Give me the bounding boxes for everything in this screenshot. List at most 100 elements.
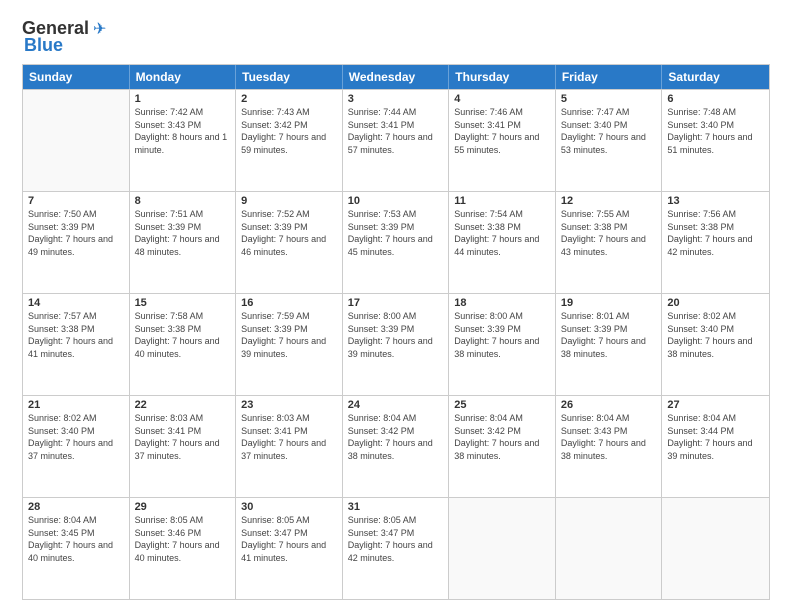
day-number: 27 xyxy=(667,399,764,411)
day-number: 9 xyxy=(241,195,337,207)
day-info: Sunrise: 7:52 AMSunset: 3:39 PMDaylight:… xyxy=(241,208,337,258)
calendar-header: SundayMondayTuesdayWednesdayThursdayFrid… xyxy=(23,65,769,89)
day-number: 8 xyxy=(135,195,231,207)
calendar-cell: 30Sunrise: 8:05 AMSunset: 3:47 PMDayligh… xyxy=(236,498,343,599)
day-number: 26 xyxy=(561,399,657,411)
calendar-cell: 3Sunrise: 7:44 AMSunset: 3:41 PMDaylight… xyxy=(343,90,450,191)
calendar-cell: 17Sunrise: 8:00 AMSunset: 3:39 PMDayligh… xyxy=(343,294,450,395)
calendar-cell: 2Sunrise: 7:43 AMSunset: 3:42 PMDaylight… xyxy=(236,90,343,191)
weekday-header: Monday xyxy=(130,65,237,89)
calendar-cell: 16Sunrise: 7:59 AMSunset: 3:39 PMDayligh… xyxy=(236,294,343,395)
weekday-header: Sunday xyxy=(23,65,130,89)
calendar-cell: 18Sunrise: 8:00 AMSunset: 3:39 PMDayligh… xyxy=(449,294,556,395)
calendar-cell: 26Sunrise: 8:04 AMSunset: 3:43 PMDayligh… xyxy=(556,396,663,497)
calendar-row: 7Sunrise: 7:50 AMSunset: 3:39 PMDaylight… xyxy=(23,191,769,293)
calendar-cell: 14Sunrise: 7:57 AMSunset: 3:38 PMDayligh… xyxy=(23,294,130,395)
day-number: 13 xyxy=(667,195,764,207)
calendar-cell: 27Sunrise: 8:04 AMSunset: 3:44 PMDayligh… xyxy=(662,396,769,497)
calendar-row: 21Sunrise: 8:02 AMSunset: 3:40 PMDayligh… xyxy=(23,395,769,497)
day-number: 20 xyxy=(667,297,764,309)
weekday-header: Thursday xyxy=(449,65,556,89)
calendar-cell: 11Sunrise: 7:54 AMSunset: 3:38 PMDayligh… xyxy=(449,192,556,293)
calendar-row: 14Sunrise: 7:57 AMSunset: 3:38 PMDayligh… xyxy=(23,293,769,395)
day-info: Sunrise: 7:43 AMSunset: 3:42 PMDaylight:… xyxy=(241,106,337,156)
calendar-cell: 23Sunrise: 8:03 AMSunset: 3:41 PMDayligh… xyxy=(236,396,343,497)
day-info: Sunrise: 8:00 AMSunset: 3:39 PMDaylight:… xyxy=(348,310,444,360)
day-info: Sunrise: 8:05 AMSunset: 3:47 PMDaylight:… xyxy=(348,514,444,564)
day-info: Sunrise: 7:57 AMSunset: 3:38 PMDaylight:… xyxy=(28,310,124,360)
day-number: 18 xyxy=(454,297,550,309)
day-number: 30 xyxy=(241,501,337,513)
calendar-cell: 6Sunrise: 7:48 AMSunset: 3:40 PMDaylight… xyxy=(662,90,769,191)
day-info: Sunrise: 8:03 AMSunset: 3:41 PMDaylight:… xyxy=(135,412,231,462)
day-info: Sunrise: 8:00 AMSunset: 3:39 PMDaylight:… xyxy=(454,310,550,360)
calendar-cell: 5Sunrise: 7:47 AMSunset: 3:40 PMDaylight… xyxy=(556,90,663,191)
calendar-cell: 4Sunrise: 7:46 AMSunset: 3:41 PMDaylight… xyxy=(449,90,556,191)
day-info: Sunrise: 7:51 AMSunset: 3:39 PMDaylight:… xyxy=(135,208,231,258)
calendar-row: 28Sunrise: 8:04 AMSunset: 3:45 PMDayligh… xyxy=(23,497,769,599)
calendar-cell: 7Sunrise: 7:50 AMSunset: 3:39 PMDaylight… xyxy=(23,192,130,293)
day-info: Sunrise: 8:02 AMSunset: 3:40 PMDaylight:… xyxy=(667,310,764,360)
day-info: Sunrise: 7:46 AMSunset: 3:41 PMDaylight:… xyxy=(454,106,550,156)
day-info: Sunrise: 8:03 AMSunset: 3:41 PMDaylight:… xyxy=(241,412,337,462)
day-number: 25 xyxy=(454,399,550,411)
page: General ✈ Blue SundayMondayTuesdayWednes… xyxy=(0,0,792,612)
day-info: Sunrise: 8:04 AMSunset: 3:44 PMDaylight:… xyxy=(667,412,764,462)
calendar-cell xyxy=(556,498,663,599)
calendar-cell xyxy=(23,90,130,191)
calendar-cell: 31Sunrise: 8:05 AMSunset: 3:47 PMDayligh… xyxy=(343,498,450,599)
day-number: 6 xyxy=(667,93,764,105)
logo: General ✈ Blue xyxy=(22,18,106,56)
day-number: 14 xyxy=(28,297,124,309)
calendar-cell: 20Sunrise: 8:02 AMSunset: 3:40 PMDayligh… xyxy=(662,294,769,395)
day-number: 22 xyxy=(135,399,231,411)
day-number: 5 xyxy=(561,93,657,105)
day-info: Sunrise: 7:47 AMSunset: 3:40 PMDaylight:… xyxy=(561,106,657,156)
weekday-header: Wednesday xyxy=(343,65,450,89)
calendar-cell: 15Sunrise: 7:58 AMSunset: 3:38 PMDayligh… xyxy=(130,294,237,395)
day-number: 31 xyxy=(348,501,444,513)
calendar-cell xyxy=(449,498,556,599)
calendar-cell: 1Sunrise: 7:42 AMSunset: 3:43 PMDaylight… xyxy=(130,90,237,191)
day-info: Sunrise: 7:54 AMSunset: 3:38 PMDaylight:… xyxy=(454,208,550,258)
day-number: 24 xyxy=(348,399,444,411)
day-info: Sunrise: 8:04 AMSunset: 3:42 PMDaylight:… xyxy=(454,412,550,462)
weekday-header: Saturday xyxy=(662,65,769,89)
day-number: 29 xyxy=(135,501,231,513)
day-info: Sunrise: 8:04 AMSunset: 3:42 PMDaylight:… xyxy=(348,412,444,462)
calendar-cell: 19Sunrise: 8:01 AMSunset: 3:39 PMDayligh… xyxy=(556,294,663,395)
day-info: Sunrise: 7:48 AMSunset: 3:40 PMDaylight:… xyxy=(667,106,764,156)
day-info: Sunrise: 8:04 AMSunset: 3:43 PMDaylight:… xyxy=(561,412,657,462)
calendar-cell: 10Sunrise: 7:53 AMSunset: 3:39 PMDayligh… xyxy=(343,192,450,293)
logo-blue-text: Blue xyxy=(22,35,63,56)
day-info: Sunrise: 7:56 AMSunset: 3:38 PMDaylight:… xyxy=(667,208,764,258)
calendar-cell: 13Sunrise: 7:56 AMSunset: 3:38 PMDayligh… xyxy=(662,192,769,293)
day-number: 21 xyxy=(28,399,124,411)
day-info: Sunrise: 7:55 AMSunset: 3:38 PMDaylight:… xyxy=(561,208,657,258)
calendar: SundayMondayTuesdayWednesdayThursdayFrid… xyxy=(22,64,770,600)
day-info: Sunrise: 7:53 AMSunset: 3:39 PMDaylight:… xyxy=(348,208,444,258)
day-number: 19 xyxy=(561,297,657,309)
calendar-row: 1Sunrise: 7:42 AMSunset: 3:43 PMDaylight… xyxy=(23,89,769,191)
day-number: 28 xyxy=(28,501,124,513)
calendar-cell: 9Sunrise: 7:52 AMSunset: 3:39 PMDaylight… xyxy=(236,192,343,293)
day-info: Sunrise: 8:04 AMSunset: 3:45 PMDaylight:… xyxy=(28,514,124,564)
day-number: 11 xyxy=(454,195,550,207)
logo-bird-icon: ✈ xyxy=(93,19,106,39)
day-info: Sunrise: 7:58 AMSunset: 3:38 PMDaylight:… xyxy=(135,310,231,360)
day-number: 3 xyxy=(348,93,444,105)
day-number: 10 xyxy=(348,195,444,207)
calendar-cell: 24Sunrise: 8:04 AMSunset: 3:42 PMDayligh… xyxy=(343,396,450,497)
calendar-cell: 28Sunrise: 8:04 AMSunset: 3:45 PMDayligh… xyxy=(23,498,130,599)
calendar-cell: 29Sunrise: 8:05 AMSunset: 3:46 PMDayligh… xyxy=(130,498,237,599)
day-info: Sunrise: 8:02 AMSunset: 3:40 PMDaylight:… xyxy=(28,412,124,462)
calendar-cell: 25Sunrise: 8:04 AMSunset: 3:42 PMDayligh… xyxy=(449,396,556,497)
day-number: 16 xyxy=(241,297,337,309)
day-info: Sunrise: 8:05 AMSunset: 3:47 PMDaylight:… xyxy=(241,514,337,564)
day-number: 12 xyxy=(561,195,657,207)
calendar-cell: 8Sunrise: 7:51 AMSunset: 3:39 PMDaylight… xyxy=(130,192,237,293)
weekday-header: Friday xyxy=(556,65,663,89)
day-number: 15 xyxy=(135,297,231,309)
day-info: Sunrise: 8:05 AMSunset: 3:46 PMDaylight:… xyxy=(135,514,231,564)
day-number: 17 xyxy=(348,297,444,309)
